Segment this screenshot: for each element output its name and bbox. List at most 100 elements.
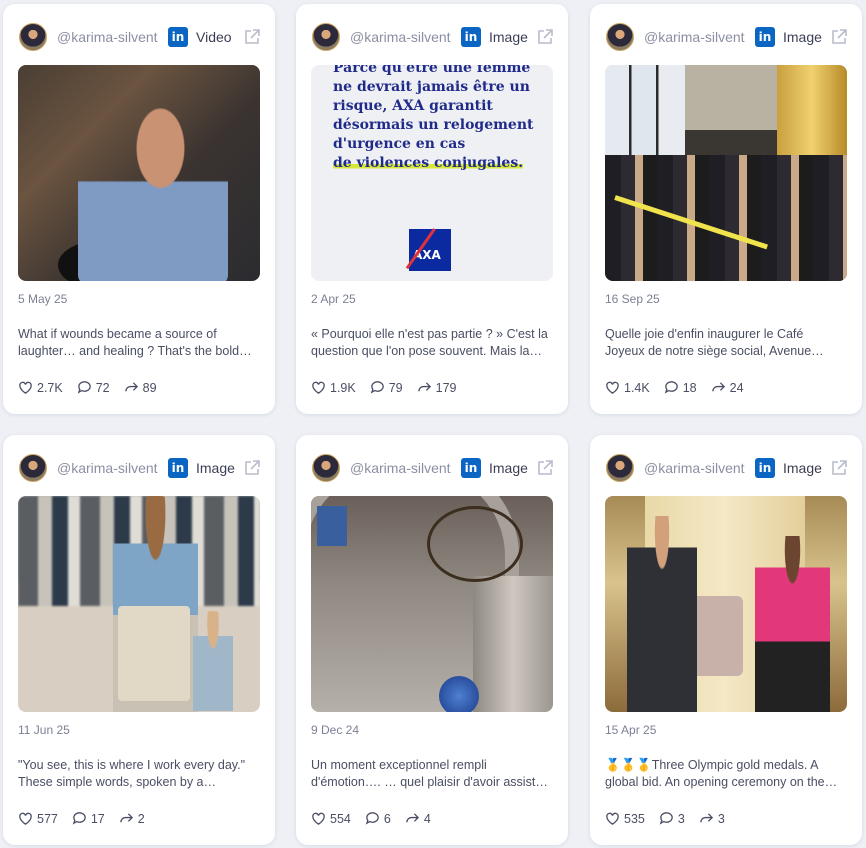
post-caption[interactable]: Un moment exceptionnel rempli d'émotion…… <box>311 757 553 791</box>
shares-count: 3 <box>717 811 725 826</box>
likes-count: 1.4K <box>624 380 650 395</box>
comment-icon <box>77 381 91 394</box>
post-card[interactable]: @karima-silvent in Image Parce qu'être u… <box>296 4 568 414</box>
likes-stat: 554 <box>311 811 351 826</box>
share-icon <box>406 813 419 823</box>
likes-stat: 577 <box>18 811 58 826</box>
external-link-icon[interactable] <box>830 28 848 46</box>
author-handle[interactable]: @karima-silvent <box>57 460 161 476</box>
external-link-icon[interactable] <box>536 28 554 46</box>
share-icon <box>119 813 133 823</box>
caption-line: global bid. An opening ceremony on the… <box>605 775 838 789</box>
comment-icon <box>370 381 384 394</box>
post-caption[interactable]: 🥇🥇🥇Three Olympic gold medals. A global b… <box>605 757 847 791</box>
comments-stat: 72 <box>77 380 110 395</box>
shares-stat: 24 <box>711 380 744 395</box>
author-handle[interactable]: @karima-silvent <box>644 29 748 45</box>
post-header: @karima-silvent in Video <box>19 22 261 52</box>
caption-line: Un moment exceptionnel rempli <box>311 758 487 772</box>
external-link-icon[interactable] <box>243 28 261 46</box>
post-stats: 535 3 3 <box>605 811 739 826</box>
external-link-icon[interactable] <box>536 459 554 477</box>
post-card[interactable]: @karima-silvent in Image 11 Jun 25 "You … <box>3 435 275 845</box>
post-date: 5 May 25 <box>18 292 68 306</box>
post-type-label: Image <box>489 29 528 45</box>
post-caption[interactable]: « Pourquoi elle n'est pas partie ? » C'e… <box>311 326 553 360</box>
share-icon <box>124 382 138 392</box>
comment-icon <box>365 812 379 825</box>
avatar[interactable] <box>19 454 47 482</box>
caption-line: These simple words, spoken by a… <box>18 775 217 789</box>
comments-count: 17 <box>90 811 105 826</box>
linkedin-icon: in <box>461 458 481 478</box>
linkedin-icon: in <box>755 27 775 47</box>
media-shape <box>193 611 233 711</box>
media-text-highlight: de violences conjugales. <box>333 155 524 171</box>
comments-stat: 79 <box>370 380 403 395</box>
media-shape <box>473 576 553 712</box>
avatar[interactable] <box>19 23 47 51</box>
post-media[interactable]: Parce qu'être une femme ne devrait jamai… <box>311 65 553 281</box>
post-card[interactable]: @karima-silvent in Image 16 Sep 25 Quell… <box>590 4 862 414</box>
author-handle[interactable]: @karima-silvent <box>350 460 454 476</box>
post-media[interactable] <box>18 65 260 281</box>
post-caption[interactable]: Quelle joie d'enfin inaugurer le Café Jo… <box>605 326 847 360</box>
linkedin-icon: in <box>168 27 188 47</box>
external-link-icon[interactable] <box>243 459 261 477</box>
comment-icon <box>659 812 673 825</box>
linkedin-icon: in <box>461 27 481 47</box>
avatar[interactable] <box>312 454 340 482</box>
heart-icon <box>19 381 32 394</box>
shares-stat: 3 <box>699 811 725 826</box>
avatar[interactable] <box>606 23 634 51</box>
post-card[interactable]: @karima-silvent in Image 15 Apr 25 🥇🥇🥇Th… <box>590 435 862 845</box>
post-header: @karima-silvent in Image <box>19 453 261 483</box>
comments-count: 72 <box>95 380 110 395</box>
post-caption[interactable]: What if wounds became a source of laught… <box>18 326 260 360</box>
shares-count: 179 <box>435 380 457 395</box>
likes-count: 554 <box>330 811 351 826</box>
shares-stat: 89 <box>124 380 157 395</box>
post-caption[interactable]: "You see, this is where I work every day… <box>18 757 260 791</box>
comments-count: 18 <box>682 380 697 395</box>
heart-icon <box>606 381 619 394</box>
share-icon <box>417 382 431 392</box>
media-shape <box>78 95 228 281</box>
post-date: 11 Jun 25 <box>18 723 70 737</box>
shares-count: 24 <box>729 380 744 395</box>
post-card[interactable]: @karima-silvent in Image 9 Dec 24 Un mom… <box>296 435 568 845</box>
media-shape <box>605 155 847 281</box>
linkedin-icon: in <box>168 458 188 478</box>
post-media[interactable] <box>605 496 847 712</box>
post-header: @karima-silvent in Image <box>606 453 848 483</box>
post-date: 16 Sep 25 <box>605 292 660 306</box>
external-link-icon[interactable] <box>830 459 848 477</box>
shares-stat: 2 <box>119 811 145 826</box>
post-header: @karima-silvent in Image <box>312 22 554 52</box>
comments-count: 79 <box>388 380 403 395</box>
post-media[interactable] <box>311 496 553 712</box>
avatar[interactable] <box>312 23 340 51</box>
post-media[interactable] <box>18 496 260 712</box>
media-shape <box>777 65 847 165</box>
post-media[interactable] <box>605 65 847 281</box>
comments-stat: 18 <box>664 380 697 395</box>
post-stats: 2.7K 72 89 <box>18 380 171 395</box>
caption-line: « Pourquoi elle n'est pas partie ? » C'e… <box>311 327 548 341</box>
caption-line: laughter… and healing ? That's the bold… <box>18 344 252 358</box>
author-handle[interactable]: @karima-silvent <box>644 460 748 476</box>
post-type-label: Image <box>489 460 528 476</box>
avatar[interactable] <box>606 454 634 482</box>
shares-count: 4 <box>423 811 431 826</box>
media-shape <box>118 606 190 701</box>
heart-icon <box>19 812 32 825</box>
linkedin-icon: in <box>755 458 775 478</box>
post-header: @karima-silvent in Image <box>312 453 554 483</box>
post-date: 9 Dec 24 <box>311 723 360 737</box>
post-card[interactable]: @karima-silvent in Video 5 May 25 What i… <box>3 4 275 414</box>
heart-icon <box>312 381 325 394</box>
author-handle[interactable]: @karima-silvent <box>350 29 454 45</box>
axa-logo: AXA <box>405 228 451 271</box>
comments-stat: 17 <box>72 811 105 826</box>
author-handle[interactable]: @karima-silvent <box>57 29 161 45</box>
